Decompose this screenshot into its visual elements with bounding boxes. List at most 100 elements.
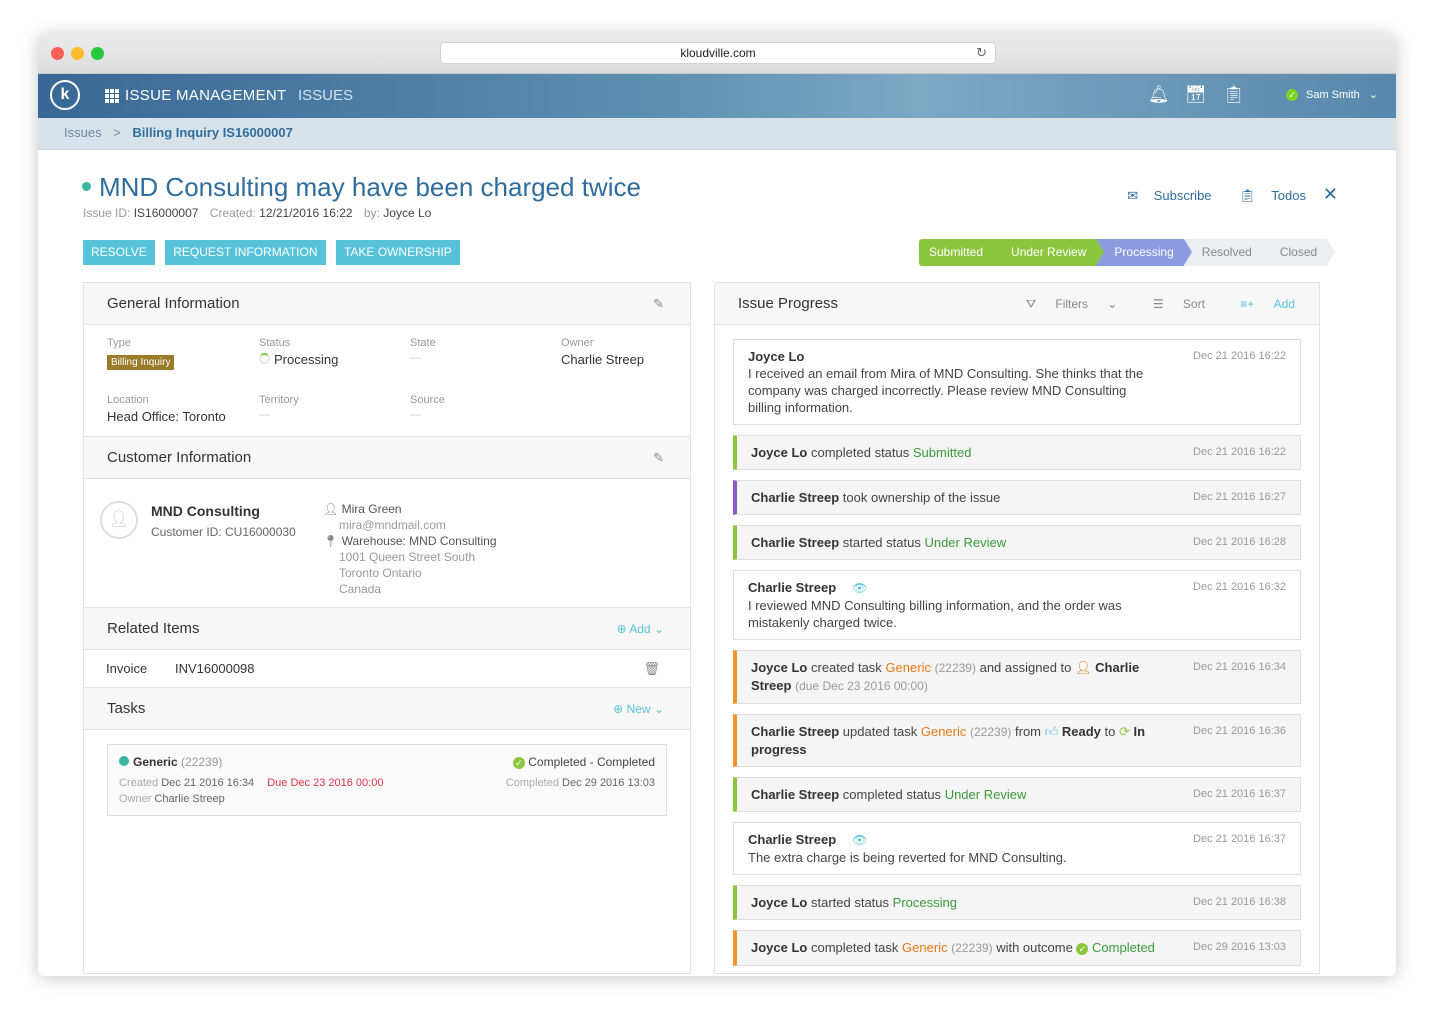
status-stepper: Submitted Under Review Processing Resolv… — [919, 239, 1336, 266]
type-badge: Billing Inquiry — [107, 355, 175, 370]
related-add-button[interactable]: ⊕ Add ⌄ — [617, 608, 665, 650]
page-title: MND Consulting may have been charged twi… — [82, 172, 641, 203]
task-owner: Owner Charlie Streep — [119, 793, 225, 805]
chevron-down-icon: ⌄ — [1368, 89, 1379, 101]
entry-text: started status — [810, 895, 890, 910]
close-icon[interactable]: ✕ — [1323, 184, 1338, 205]
entry-task-link[interactable]: Generic — [902, 940, 948, 955]
entry-author: Charlie Streep — [751, 787, 840, 802]
app-header: k ISSUE MANAGEMENT ISSUES 🔔︎ 📅︎ 📋︎ ✓ Sam … — [38, 74, 1396, 118]
progress-entry: Charlie Streep 👁︎ The extra charge is bei… — [733, 822, 1301, 875]
entry-text: took ownership of the issue — [842, 490, 1001, 505]
territory-value: — — [259, 409, 270, 421]
breadcrumb: Issues > Billing Inquiry IS16000007 — [38, 118, 1396, 150]
entry-time: Dec 21 2016 16:37 — [1193, 788, 1286, 800]
eye-icon[interactable]: 👁︎ — [852, 833, 867, 847]
calendar-clock-icon[interactable]: 📅︎ — [1185, 85, 1207, 105]
issue-progress-header: Issue Progress ⛛ Filters ⌄ ☰ Sort ≡+ Add — [715, 283, 1319, 325]
field-status: Status Processing — [259, 337, 338, 367]
related-item-row[interactable]: Invoice INV16000098 🗑︎ — [84, 650, 690, 688]
step-under-review[interactable]: Under Review — [993, 239, 1105, 266]
step-processing[interactable]: Processing — [1096, 239, 1193, 266]
todos-label: Todos — [1271, 188, 1306, 203]
field-owner: Owner Charlie Streep — [561, 337, 644, 367]
entry-task-link[interactable]: Generic — [921, 724, 967, 739]
entry-time: Dec 21 2016 16:27 — [1193, 491, 1286, 503]
entry-time: Dec 21 2016 16:34 — [1193, 661, 1286, 673]
entry-status: Processing — [892, 895, 957, 910]
task-status-dot — [119, 756, 129, 766]
take-ownership-button[interactable]: TAKE OWNERSHIP — [335, 240, 460, 265]
step-submitted[interactable]: Submitted — [919, 239, 1002, 266]
address-line-3: Canada — [339, 582, 382, 596]
subscribe-button[interactable]: ✉ Subscribe — [1115, 188, 1211, 203]
issue-progress-title: Issue Progress — [738, 295, 839, 312]
address-bar[interactable]: kloudville.com ↻ — [440, 42, 996, 64]
entry-text: completed task — [810, 940, 899, 955]
breadcrumb-separator: > — [113, 125, 121, 140]
entry-task-link[interactable]: Generic — [885, 660, 931, 675]
eye-icon[interactable]: 👁︎ — [852, 581, 867, 595]
step-resolved[interactable]: Resolved — [1183, 239, 1270, 266]
minimize-window-button[interactable] — [71, 47, 84, 60]
tasks-new-button[interactable]: ⊕ New ⌄ — [613, 688, 664, 730]
address-line-2: Toronto Ontario — [339, 566, 422, 580]
state-value: — — [410, 352, 421, 364]
task-name[interactable]: Generic — [133, 755, 178, 769]
sort-button[interactable]: ☰ Sort — [1137, 297, 1205, 311]
entry-time: Dec 21 2016 16:32 — [1193, 581, 1286, 593]
entry-time: Dec 21 2016 16:22 — [1193, 350, 1286, 362]
kloudville-logo-icon[interactable]: k — [50, 80, 80, 110]
nav-issues[interactable]: ISSUES — [298, 87, 353, 104]
entry-text: created task — [810, 660, 882, 675]
pencil-icon[interactable]: ✎ — [653, 437, 664, 479]
todos-button[interactable]: 📋︎ Todos — [1227, 188, 1306, 203]
progress-entry: Charlie Streep took ownership of the iss… — [733, 480, 1301, 515]
app-title[interactable]: ISSUE MANAGEMENT — [125, 87, 287, 104]
resolve-button[interactable]: RESOLVE — [83, 240, 155, 265]
reload-icon[interactable]: ↻ — [976, 43, 987, 63]
progress-feed: Joyce Lo I received an email from Mira o… — [733, 339, 1301, 976]
add-progress-button[interactable]: ≡+ Add — [1224, 297, 1295, 311]
task-outcome: ✓ Completed - Completed — [512, 755, 655, 769]
entry-text: with outcome — [996, 940, 1073, 955]
entry-task-number: (22239) — [934, 661, 976, 675]
close-window-button[interactable] — [51, 47, 64, 60]
territory-label: Territory — [259, 394, 299, 406]
owner-value: Charlie Streep — [561, 352, 645, 367]
maximize-window-button[interactable] — [91, 47, 104, 60]
general-info-grid: Type Billing Inquiry Status Processing S… — [84, 325, 690, 437]
trash-icon[interactable]: 🗑︎ — [643, 650, 660, 688]
entry-author: Joyce Lo — [748, 349, 805, 364]
entry-text: I reviewed MND Consulting billing inform… — [748, 598, 1122, 630]
pencil-icon[interactable]: ✎ — [653, 283, 664, 325]
type-label: Type — [107, 337, 131, 349]
issue-title-text: MND Consulting may have been charged twi… — [99, 172, 641, 202]
tasks-header: Tasks ⊕ New ⌄ — [84, 688, 690, 730]
task-title: Generic (22239) — [119, 755, 222, 769]
customer-name[interactable]: MND Consulting — [151, 503, 260, 519]
task-completed-label: Completed — [505, 777, 559, 789]
user-menu[interactable]: ✓ Sam Smith ⌄ — [1286, 88, 1378, 101]
entry-author: Charlie Streep — [748, 580, 837, 595]
request-information-button[interactable]: REQUEST INFORMATION — [165, 240, 326, 265]
task-created-date: Dec 21 2016 16:34 — [161, 777, 255, 789]
clipboard-check-icon[interactable]: 📋︎ — [1223, 85, 1245, 105]
entry-text: to — [1104, 724, 1116, 739]
apps-grid-icon[interactable] — [105, 89, 119, 103]
bell-icon[interactable]: 🔔︎ — [1148, 85, 1170, 105]
check-circle-icon: ✓ — [1076, 943, 1089, 955]
contact-email[interactable]: mira@mndmail.com — [323, 517, 497, 533]
task-card[interactable]: Generic (22239) ✓ Completed - Completed … — [107, 744, 667, 816]
status-label: Status — [259, 337, 291, 349]
check-circle-icon: ✓ — [512, 757, 525, 769]
related-item-id[interactable]: INV16000098 — [175, 650, 255, 688]
entry-text: The extra charge is being reverted for M… — [748, 850, 1067, 865]
step-closed[interactable]: Closed — [1261, 239, 1336, 266]
filters-button[interactable]: ⛛ Filters ⌄ — [1010, 297, 1118, 311]
location-value: Head Office: Toronto — [107, 409, 226, 424]
entry-due: (due Dec 23 2016 00:00) — [795, 679, 928, 693]
entry-status: Under Review — [924, 535, 1007, 550]
person-icon: 👤︎ — [323, 502, 339, 516]
breadcrumb-issues[interactable]: Issues — [64, 125, 102, 140]
